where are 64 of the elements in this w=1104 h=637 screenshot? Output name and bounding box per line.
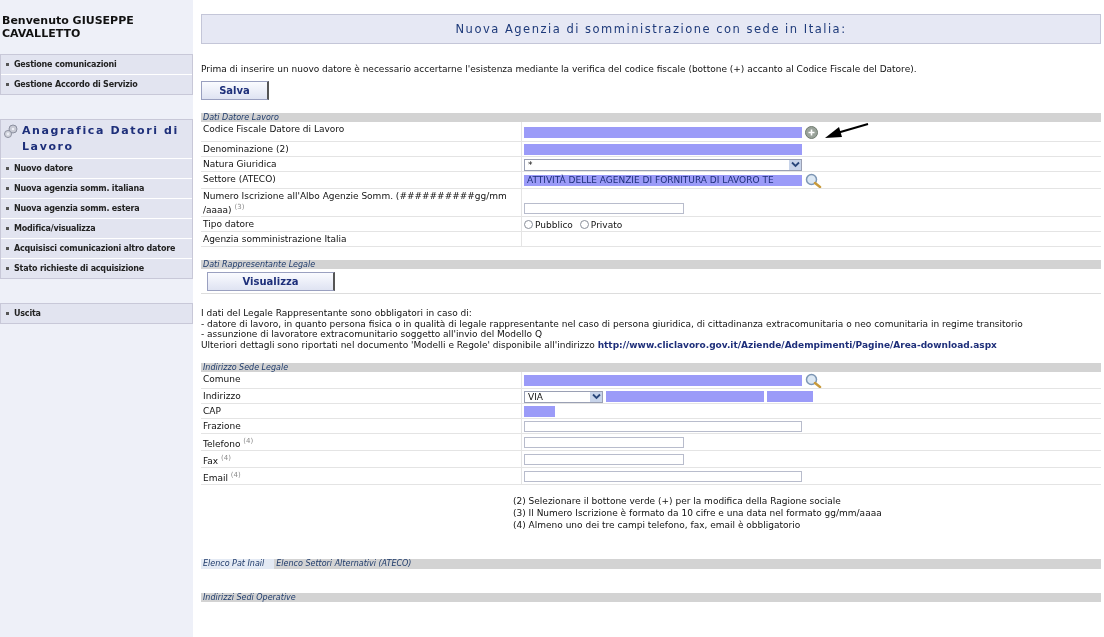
dropdown[interactable]: VIA <box>524 390 603 403</box>
gears-icon <box>3 124 19 138</box>
menu-item[interactable]: Gestione Accordo di Servizio <box>1 75 192 94</box>
section-header: Indirizzo Sede Legale <box>201 363 1101 372</box>
page-title: Nuova Agenzia di somministrazione con sede in Italia: <box>201 14 1101 44</box>
input-field[interactable] <box>767 391 813 402</box>
footnote: (2) Selezionare il bottone verde (+) per la modifica della Ragione sociale <box>513 495 842 507</box>
menu-item[interactable]: Stato richieste di acquisizione <box>1 259 192 278</box>
caret-icon <box>590 391 602 402</box>
field-label: Fax $^{(4)}$ <box>202 453 232 467</box>
menu-item[interactable]: Nuova agenzia somm. italiana <box>1 179 192 199</box>
section-header: Indirizzi Sedi Operative <box>201 593 1101 602</box>
menu-item[interactable]: Modifica/visualizza <box>1 219 192 239</box>
info-paragraph: I dati del Legale Rappresentante sono obbligatori in caso di: - datore di lavoro, in quanto persona fisica o in qualità di legale rappresentante nel caso di persona giuridica, di cittadinanza extracomunitaria o neo comunitaria in regime transitorio - assunzione di lavoratore extracomunitario soggetto all'invio del Modello Q Ulteriori dettagli sono riportati nel documento 'Modelli e Regole' disponibile all'indirizzo http://www.cliclavoro.gov.it/Aziende/Adempimenti/Pagine/Area-download.aspx <box>201 308 1024 350</box>
field-label: Settore (ATECO) <box>202 173 277 186</box>
search-icon[interactable] <box>805 173 822 188</box>
menu-item[interactable]: Nuova agenzia somm. estera <box>1 199 192 219</box>
field-label: Indirizzo <box>202 390 242 403</box>
field-label: Codice Fiscale Datore di Lavoro <box>202 123 346 136</box>
arrow-drawing <box>823 123 869 141</box>
menu-item[interactable]: Gestione comunicazioni <box>1 55 192 75</box>
input-field[interactable] <box>524 421 802 432</box>
caret-icon <box>789 159 801 170</box>
field-label: Natura Giuridica <box>202 158 278 171</box>
menu-item[interactable]: Acquisisci comunicazioni altro datore <box>1 239 192 259</box>
field-label: Numero Iscrizione all'Albo Agenzie Somm. (##########gg/mm /aaaa) $^{(3)}$ <box>202 190 508 216</box>
input-field[interactable] <box>524 406 555 417</box>
menu-section-title: Anagrafica Datori di Lavoro <box>22 123 180 155</box>
field-label: CAP <box>202 405 222 418</box>
field-label: Email $^{(4)}$ <box>202 470 242 484</box>
input-field[interactable]: ATTIVITÀ DELLE AGENZIE DI FORNITURA DI LAVORO TE <box>524 175 802 186</box>
radio-label: Privato <box>590 219 623 230</box>
menu-item[interactable]: Uscita <box>1 304 192 323</box>
section-header: Dati Datore Lavoro <box>201 113 1101 122</box>
add-icon[interactable] <box>805 125 818 139</box>
field-label: Frazione <box>202 420 242 433</box>
input-field[interactable] <box>524 375 802 386</box>
input-field[interactable] <box>606 391 764 402</box>
view-button[interactable]: Visualizza <box>207 272 335 291</box>
search-icon[interactable] <box>805 373 822 388</box>
radio-button[interactable] <box>524 220 533 229</box>
radio-button[interactable] <box>579 220 589 229</box>
input-field[interactable] <box>524 203 684 214</box>
section-header: Dati Rappresentante Legale <box>201 260 1101 269</box>
input-field[interactable] <box>524 454 684 465</box>
tab[interactable]: Elenco Pat Inail <box>201 559 275 569</box>
save-button[interactable]: Salva <box>201 81 269 100</box>
input-field[interactable] <box>524 126 802 138</box>
footnote: (3) Il Numero Iscrizione è formato da 10 cifre e una data nel formato gg/mm/aaaa <box>513 507 883 519</box>
download-link[interactable]: http://www.cliclavoro.gov.it/Aziende/Adempimenti/Pagine/Area-download.aspx <box>597 339 997 350</box>
field-label: Denominazione (2) <box>202 143 290 156</box>
input-field[interactable] <box>524 144 802 155</box>
field-label: Comune <box>202 373 242 386</box>
footnote: (4) Almeno uno dei tre campi telefono, fax, email è obbligatorio <box>513 519 802 531</box>
menu-item[interactable]: Nuovo datore <box>1 159 192 179</box>
dropdown[interactable]: * <box>524 158 802 171</box>
intro-text: Prima di inserire un nuovo datore è necessario accertarne l'esistenza mediante la verifica del codice fiscale (bottone (+) accanto al Codice Fiscale del Datore). <box>201 64 918 74</box>
radio-label: Pubblico <box>535 219 573 230</box>
field-label: Tipo datore <box>202 218 256 231</box>
field-label: Agenzia somministrazione Italia <box>202 233 348 246</box>
input-field[interactable] <box>524 437 684 448</box>
field-label: Telefono $^{(4)}$ <box>202 436 255 450</box>
input-field[interactable] <box>524 471 802 482</box>
welcome-text: Benvenuto GIUSEPPE CAVALLETTO <box>1 14 135 40</box>
